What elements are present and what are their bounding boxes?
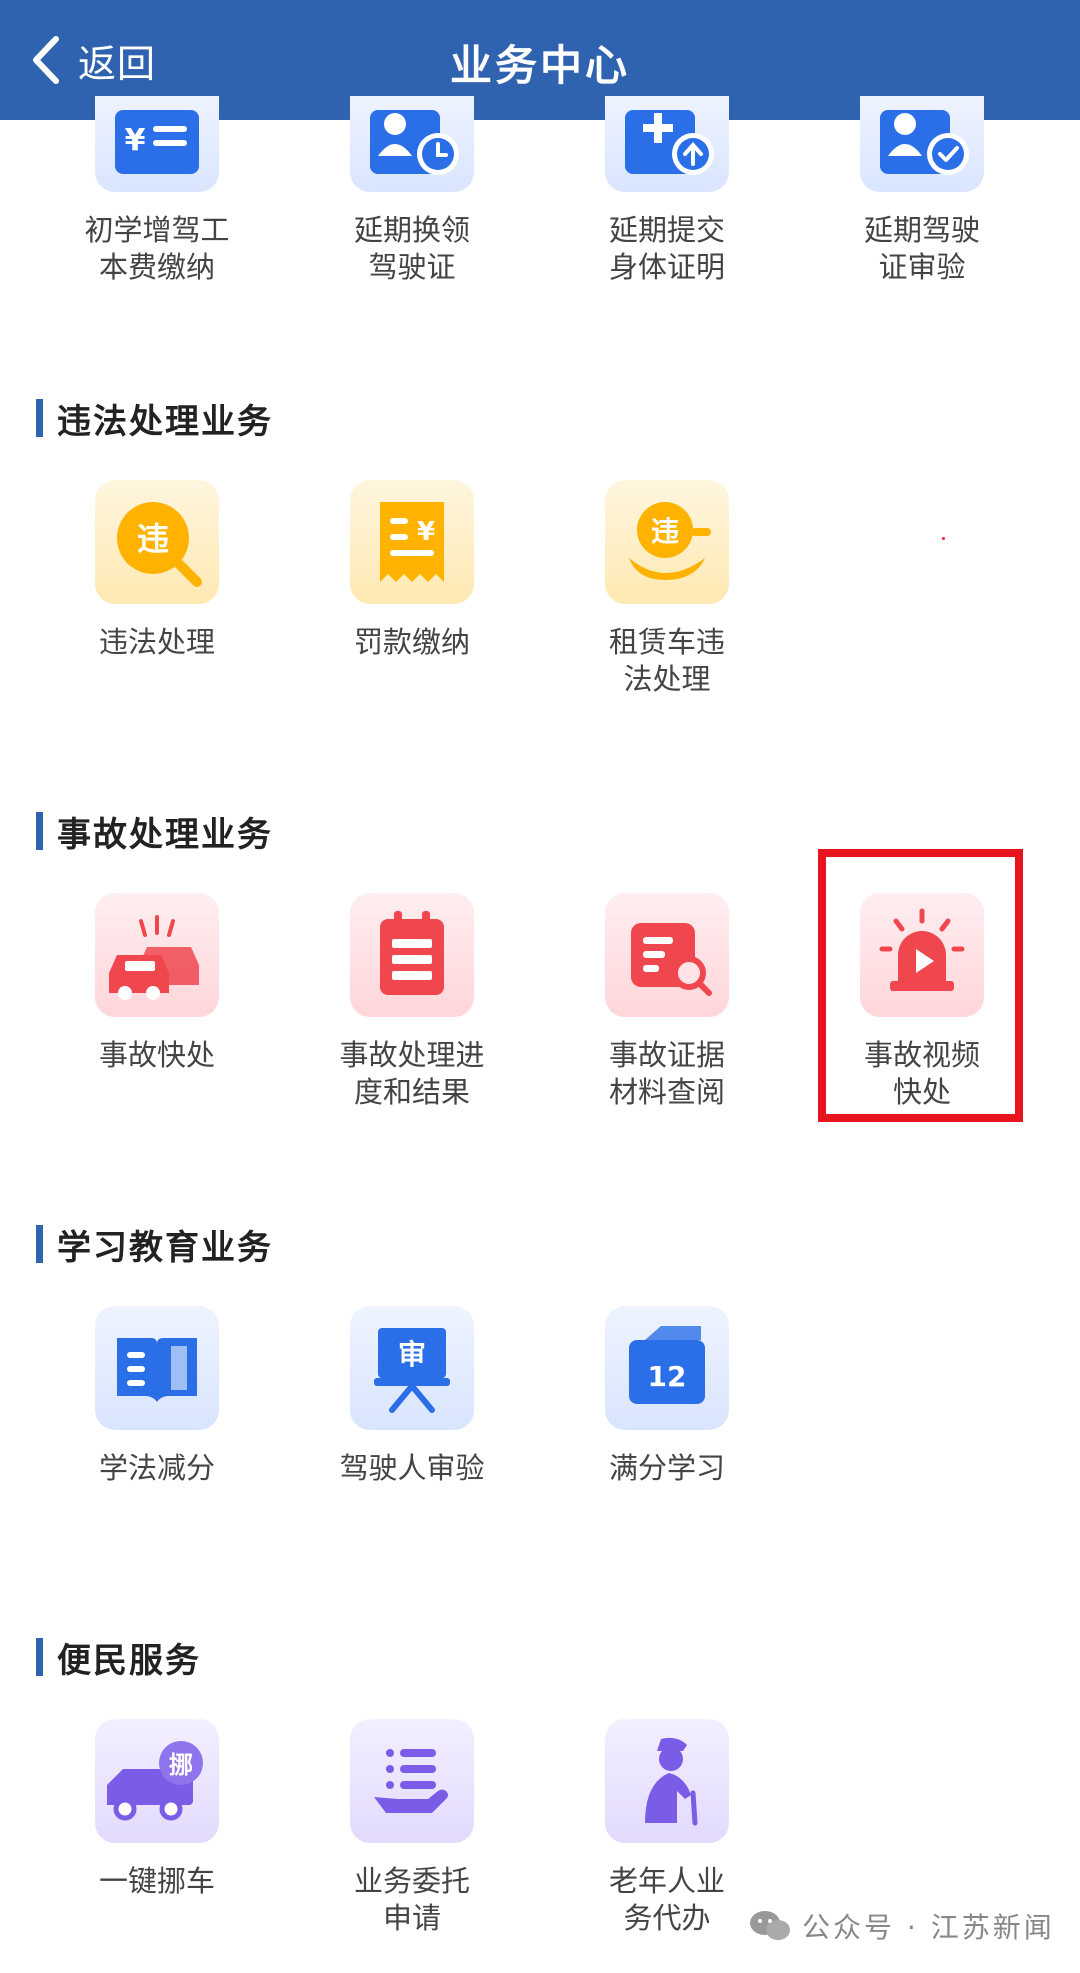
wechat-icon xyxy=(750,1911,790,1940)
section-bar xyxy=(36,1225,43,1263)
license-verify-icon xyxy=(880,110,969,175)
section-header-violation: 违法处理业务 xyxy=(36,398,273,442)
item-label: 延期驾驶 证审验 xyxy=(863,213,980,284)
svg-text:¥: ¥ xyxy=(417,517,435,547)
section-title: 违法处理业务 xyxy=(57,401,273,442)
section-title: 便民服务 xyxy=(57,1640,201,1681)
fee-payment-icon: ¥ xyxy=(115,110,199,174)
svg-text:挪: 挪 xyxy=(169,1751,193,1779)
violation-search-icon: 违 xyxy=(117,502,202,587)
service-study-points[interactable]: 学法减分 xyxy=(32,1306,282,1487)
tow-truck-icon: 挪 xyxy=(107,1741,203,1821)
item-label: 驾驶人审验 xyxy=(339,1451,485,1485)
item-label: 初学增驾工 本费缴纳 xyxy=(84,213,230,284)
svg-text:违: 违 xyxy=(137,520,169,558)
item-label: 延期换领 驾驶证 xyxy=(353,213,470,284)
service-driver-review[interactable]: 审 驾驶人审验 xyxy=(287,1306,537,1487)
fine-receipt-icon: ¥ xyxy=(380,502,444,582)
service-rental-violation[interactable]: 违 租赁车违 法处理 xyxy=(542,480,792,698)
item-label: 租赁车违 法处理 xyxy=(608,625,725,696)
page-title: 业务中心 xyxy=(449,41,630,90)
service-fine-payment[interactable]: ¥ 罚款缴纳 xyxy=(287,480,537,661)
item-label: 事故快处 xyxy=(98,1038,215,1072)
item-label: 一键挪车 xyxy=(98,1864,215,1898)
license-renew-icon xyxy=(370,110,459,175)
calendar-12-icon: 12 xyxy=(629,1326,705,1404)
item-label: 业务委托 申请 xyxy=(353,1864,470,1935)
item-label: 罚款缴纳 xyxy=(353,625,470,659)
item-label: 延期提交 身体证明 xyxy=(608,213,725,284)
health-cert-upload-icon xyxy=(625,110,714,175)
item-label: 学法减分 xyxy=(98,1451,215,1485)
section-title: 学习教育业务 xyxy=(57,1227,273,1268)
section-header-accident: 事故处理业务 xyxy=(36,811,273,855)
review-board-icon: 审 xyxy=(374,1328,450,1413)
watermark: 公众号 · 江苏新闻 xyxy=(748,1906,1055,1946)
service-accident-progress[interactable]: 事故处理进 度和结果 xyxy=(287,893,537,1111)
service-fee-payment[interactable]: ¥ 初学增驾工 本费缴纳 xyxy=(32,96,282,286)
item-label: 事故处理进 度和结果 xyxy=(339,1038,485,1109)
open-book-icon xyxy=(117,1338,197,1402)
service-health-cert[interactable]: 延期提交 身体证明 xyxy=(542,96,792,286)
car-crash-icon xyxy=(109,915,199,1000)
service-license-verify[interactable]: 延期驾驶 证审验 xyxy=(797,96,1047,286)
item-label: 违法处理 xyxy=(98,625,215,659)
service-accident-quick[interactable]: 事故快处 xyxy=(32,893,282,1074)
section-bar xyxy=(36,1638,43,1676)
document-search-icon xyxy=(631,923,712,996)
service-accident-evidence[interactable]: 事故证据 材料查阅 xyxy=(542,893,792,1111)
svg-text:12: 12 xyxy=(648,1360,687,1393)
service-full-score-study[interactable]: 12 满分学习 xyxy=(542,1306,792,1487)
section-bar xyxy=(36,812,43,850)
item-label: 事故证据 材料查阅 xyxy=(608,1038,725,1109)
service-delegate-request[interactable]: 业务委托 申请 xyxy=(287,1719,537,1937)
rental-violation-icon: 违 xyxy=(629,502,711,580)
stray-dot xyxy=(942,537,945,540)
service-move-car[interactable]: 挪 一键挪车 xyxy=(32,1719,282,1900)
highlight-box xyxy=(818,849,1023,1122)
service-elderly-agent[interactable]: 老年人业 务代办 xyxy=(542,1719,792,1937)
section-bar xyxy=(36,399,43,437)
section-header-education: 学习教育业务 xyxy=(36,1224,273,1268)
service-violation-handle[interactable]: 违 违法处理 xyxy=(32,480,282,661)
elderly-person-icon xyxy=(645,1737,698,1826)
clipboard-list-icon xyxy=(380,911,444,995)
delegate-hand-icon xyxy=(374,1749,448,1813)
svg-text:违: 违 xyxy=(651,515,679,548)
section-title: 事故处理业务 xyxy=(57,814,273,855)
section-header-convenience: 便民服务 xyxy=(36,1637,201,1681)
svg-text:¥: ¥ xyxy=(125,123,146,158)
svg-text:审: 审 xyxy=(398,1338,426,1371)
item-label: 满分学习 xyxy=(608,1451,725,1485)
service-license-renew[interactable]: 延期换领 驾驶证 xyxy=(287,96,537,286)
watermark-text: 公众号 · 江苏新闻 xyxy=(802,1911,1055,1944)
